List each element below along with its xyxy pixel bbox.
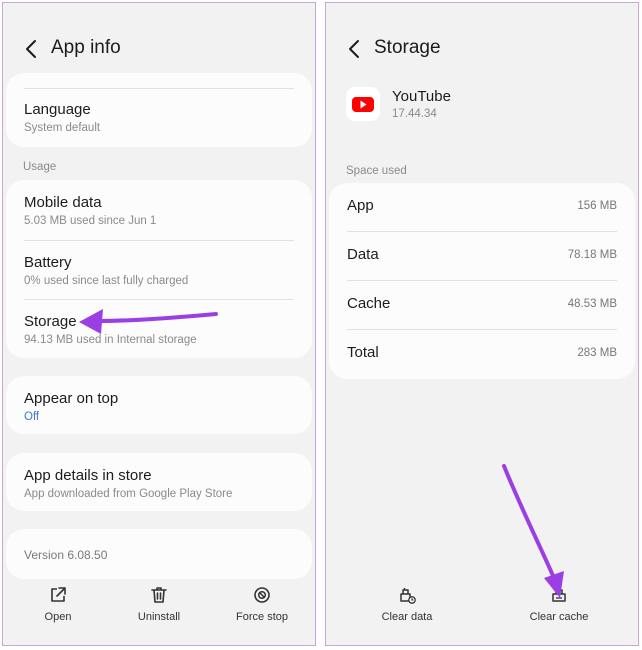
storage-screen: Storage YouTube 17.44.34 Space used App … [325, 2, 639, 646]
app-info-screen: App info Language System default Usage M… [2, 2, 316, 646]
annotation-arrow-storage [79, 309, 218, 334]
annotation-arrow-clear-cache [502, 464, 564, 598]
